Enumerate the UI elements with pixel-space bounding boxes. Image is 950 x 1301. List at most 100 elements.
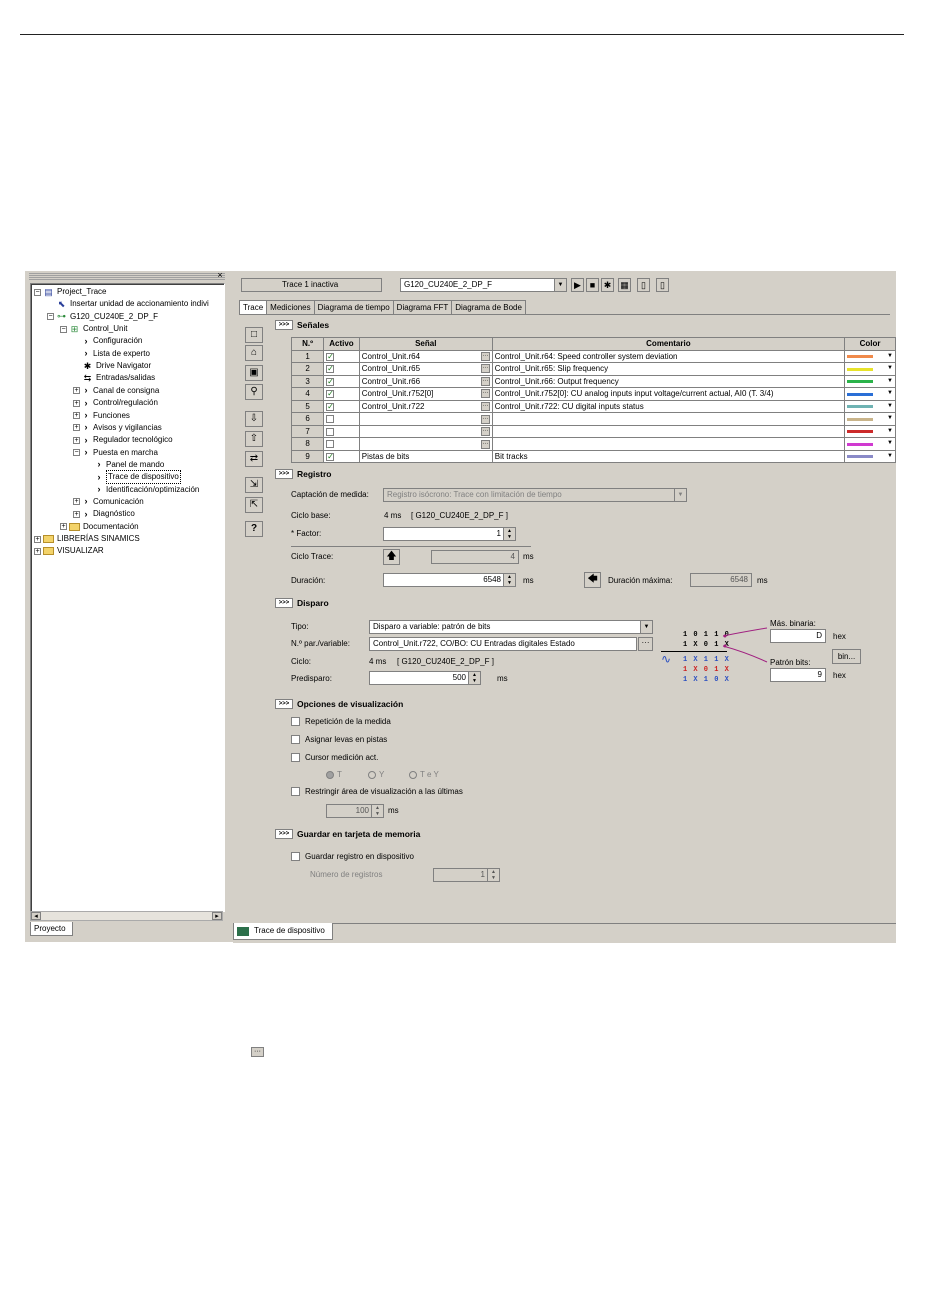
tab-trace-dispositivo[interactable]: Trace de dispositivo bbox=[233, 923, 333, 940]
npar-field[interactable]: Control_Unit.r722, CO/BO: CU Entradas di… bbox=[369, 637, 637, 651]
panel-b-icon[interactable]: ▯ bbox=[656, 278, 669, 292]
expand-icon[interactable]: + bbox=[73, 436, 80, 444]
collapse-icon[interactable]: − bbox=[34, 288, 41, 296]
chevron-down-icon[interactable]: ▼ bbox=[887, 363, 893, 374]
ellipsis-icon[interactable]: ··· bbox=[480, 414, 490, 424]
expand-disparo-button[interactable]: >>> bbox=[275, 598, 293, 608]
scroll-right-icon[interactable]: ▸ bbox=[212, 912, 222, 920]
expand-icon[interactable]: + bbox=[73, 412, 80, 419]
tree-item[interactable]: › Configuración bbox=[73, 335, 143, 347]
tree-item[interactable]: + › Control/regulación bbox=[73, 397, 158, 409]
close-icon[interactable]: × bbox=[216, 270, 224, 280]
tree-item[interactable]: + Documentación bbox=[60, 521, 139, 533]
arrow-up-button[interactable]: 🡅 bbox=[383, 549, 400, 565]
comment-cell[interactable]: Control_Unit.r722: CU digital inputs sta… bbox=[491, 399, 846, 413]
repeticion-checkbox[interactable]: Repetición de la medida bbox=[291, 717, 391, 726]
signal-cell[interactable]: Control_Unit.r722 ··· bbox=[358, 399, 493, 413]
save-icon[interactable]: ▣ bbox=[245, 365, 263, 381]
restringir-checkbox[interactable]: Restringir área de visualización a las ú… bbox=[291, 787, 463, 796]
active-checkbox[interactable] bbox=[326, 440, 335, 449]
color-cell[interactable]: ▼ bbox=[844, 449, 896, 463]
tree-item[interactable]: − ⊞ Control_Unit bbox=[60, 323, 127, 335]
collapse-icon[interactable]: − bbox=[73, 449, 80, 457]
comment-cell[interactable]: Control_Unit.r752[0]: CU analog inputs i… bbox=[491, 387, 846, 401]
radio-t-e-y[interactable]: T e Y bbox=[409, 770, 439, 779]
table-row[interactable]: 2 ✓ Control_Unit.r65 ··· Control_Unit.r65: S… bbox=[290, 362, 896, 376]
column-header[interactable]: Señal bbox=[358, 337, 493, 351]
chevron-down-icon[interactable]: ▼ bbox=[887, 438, 893, 449]
chevron-down-icon[interactable]: ▼ bbox=[887, 426, 893, 437]
import-icon[interactable]: ⇱ bbox=[245, 497, 263, 513]
grid-icon[interactable]: ▦ bbox=[618, 278, 631, 292]
predisparo-input[interactable]: 500 ▲ ▼ bbox=[369, 671, 481, 685]
mascara-input[interactable]: D bbox=[770, 629, 826, 643]
color-cell[interactable]: ▼ bbox=[844, 437, 896, 451]
guardar-checkbox[interactable]: Guardar registro en dispositivo bbox=[291, 852, 414, 861]
table-row[interactable]: 7 ··· ▼ bbox=[290, 424, 896, 438]
comment-cell[interactable]: Bit tracks bbox=[491, 449, 846, 463]
tree-item[interactable]: › Lista de experto bbox=[73, 348, 150, 360]
column-header[interactable]: Activo bbox=[323, 337, 360, 351]
chevron-down-icon[interactable]: ▼ bbox=[887, 413, 893, 424]
project-panel-titlebar[interactable] bbox=[29, 273, 225, 281]
browse-variable-button[interactable]: ··· bbox=[638, 637, 653, 651]
expand-icon[interactable]: + bbox=[73, 424, 80, 432]
help-icon[interactable]: ? bbox=[245, 521, 263, 537]
tree-item[interactable]: + LIBRERÍAS SINAMICS bbox=[34, 533, 140, 545]
duracion-input[interactable]: 6548 ▲ ▼ bbox=[383, 573, 516, 587]
binoculars-icon[interactable]: ⚲ bbox=[245, 384, 263, 400]
tab-diagrama-de-bode[interactable]: Diagrama de Bode bbox=[451, 300, 526, 314]
table-row[interactable]: 1 ✓ Control_Unit.r64 ··· Control_Unit.r64: S… bbox=[290, 349, 896, 363]
tab-proyecto[interactable]: Proyecto bbox=[30, 922, 73, 936]
spinner-icon[interactable]: ▲ ▼ bbox=[503, 574, 515, 586]
tab-diagrama-de-tiempo[interactable]: Diagrama de tiempo bbox=[313, 300, 394, 314]
active-checkbox[interactable]: ✓ bbox=[326, 365, 335, 374]
color-cell[interactable]: ▼ bbox=[844, 374, 896, 388]
cursor-checkbox[interactable]: Cursor medición act. bbox=[291, 753, 378, 762]
play-icon[interactable]: ▶ bbox=[571, 278, 584, 292]
ellipsis-icon[interactable]: ··· bbox=[480, 401, 490, 411]
spinner-icon[interactable]: ▲ ▼ bbox=[468, 672, 480, 684]
color-cell[interactable]: ▼ bbox=[844, 349, 896, 363]
ellipsis-icon[interactable]: ··· bbox=[480, 427, 490, 437]
captacion-select[interactable]: Registro isócrono: Trace con limitación … bbox=[383, 488, 687, 502]
restringir-input[interactable]: 100 ▲ ▼ bbox=[326, 804, 384, 818]
color-cell[interactable]: ▼ bbox=[844, 362, 896, 376]
active-checkbox[interactable]: ✓ bbox=[326, 390, 335, 399]
chevron-down-icon[interactable]: ▼ bbox=[887, 351, 893, 362]
tree-item[interactable]: + › Comunicación bbox=[73, 496, 144, 508]
expand-icon[interactable]: + bbox=[73, 387, 80, 395]
tab-trace[interactable]: Trace bbox=[239, 300, 268, 315]
tree-item[interactable]: + VISUALIZAR bbox=[34, 545, 104, 557]
scroll-left-icon[interactable]: ◂ bbox=[31, 912, 41, 920]
table-row[interactable]: 6 ··· ▼ bbox=[290, 412, 896, 426]
active-checkbox[interactable]: ✓ bbox=[326, 377, 335, 386]
asignar-levas-checkbox[interactable]: Asignar levas en pistas bbox=[291, 735, 387, 744]
tab-mediciones[interactable]: Mediciones bbox=[266, 300, 315, 314]
factor-input[interactable]: 1 ▲ ▼ bbox=[383, 527, 516, 541]
radio-t[interactable]: T bbox=[326, 770, 342, 779]
tree-item[interactable]: + › Avisos y vigilancias bbox=[73, 422, 162, 434]
tree-item[interactable]: − › Puesta en marcha bbox=[73, 447, 158, 459]
active-checkbox[interactable] bbox=[326, 427, 335, 436]
color-cell[interactable]: ▼ bbox=[844, 387, 896, 401]
active-checkbox[interactable] bbox=[326, 415, 335, 424]
signal-cell[interactable]: Pistas de bits bbox=[358, 449, 493, 463]
table-row[interactable]: 3 ✓ Control_Unit.r66 ··· Control_Unit.r66: O… bbox=[290, 374, 896, 388]
expand-visualizacion-button[interactable]: >>> bbox=[275, 699, 293, 709]
tree-item[interactable]: › Panel de mando bbox=[86, 459, 165, 471]
ellipsis-icon[interactable]: ··· bbox=[480, 351, 490, 361]
patron-input[interactable]: 9 bbox=[770, 668, 826, 682]
trace-status-select[interactable]: Trace 1 inactiva bbox=[241, 278, 382, 292]
new-icon[interactable]: □ bbox=[245, 327, 263, 343]
tree-item[interactable]: − ▤ Project_Trace bbox=[34, 286, 107, 298]
tree-item[interactable]: ⇆ Entradas/salidas bbox=[73, 372, 155, 384]
spinner-icon[interactable]: ▲ ▼ bbox=[503, 528, 515, 540]
export-icon[interactable]: ⇲ bbox=[245, 477, 263, 493]
signal-cell[interactable]: Control_Unit.r66 ··· bbox=[358, 374, 493, 388]
tree-item[interactable]: + › Funciones bbox=[73, 410, 130, 422]
active-checkbox[interactable]: ✓ bbox=[326, 352, 335, 361]
tree-item[interactable]: › Identificación/optimización bbox=[86, 484, 200, 496]
open-icon[interactable]: ⌂ bbox=[245, 345, 263, 361]
expand-icon[interactable]: + bbox=[60, 523, 67, 531]
